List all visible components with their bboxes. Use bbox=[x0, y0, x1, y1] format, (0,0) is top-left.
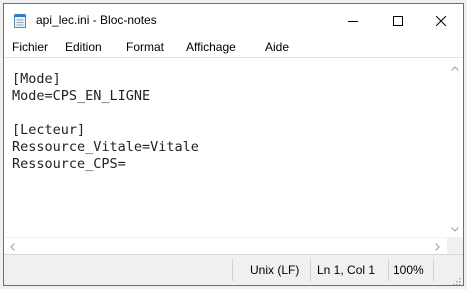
maximize-icon bbox=[392, 15, 403, 26]
text-line: Mode=CPS_EN_LIGNE bbox=[12, 88, 151, 104]
status-bar: Unix (LF) Ln 1, Col 1 100% bbox=[4, 254, 463, 285]
chevron-left-icon[interactable] bbox=[4, 239, 20, 255]
text-line bbox=[12, 105, 199, 122]
menu-format[interactable]: Format bbox=[126, 40, 164, 54]
status-divider bbox=[433, 259, 434, 281]
menu-bar: Fichier Edition Format Affichage Aide bbox=[4, 37, 463, 57]
cursor-position-status: Ln 1, Col 1 bbox=[317, 263, 376, 277]
text-line: [Mode] bbox=[12, 71, 61, 87]
status-divider bbox=[232, 259, 233, 281]
notepad-icon bbox=[13, 13, 27, 28]
menu-edition[interactable]: Edition bbox=[65, 40, 102, 54]
line-ending-status: Unix (LF) bbox=[250, 263, 300, 277]
resize-grip-icon[interactable] bbox=[451, 273, 461, 285]
text-line: Ressource_CPS= bbox=[12, 156, 126, 172]
window-title: api_lec.ini - Bloc-notes bbox=[36, 13, 157, 27]
chevron-up-icon[interactable] bbox=[447, 60, 463, 76]
horizontal-scrollbar[interactable] bbox=[4, 237, 447, 255]
status-divider bbox=[388, 259, 389, 281]
close-button[interactable] bbox=[418, 4, 463, 37]
status-divider bbox=[310, 259, 311, 281]
menu-fichier[interactable]: Fichier bbox=[12, 40, 48, 54]
maximize-button[interactable] bbox=[375, 4, 420, 37]
close-icon bbox=[435, 15, 446, 26]
notepad-window: api_lec.ini - Bloc-notes Fichier Edition… bbox=[3, 3, 464, 286]
minimize-button[interactable] bbox=[330, 4, 375, 37]
text-line: [Lecteur] bbox=[12, 122, 86, 138]
chevron-down-icon[interactable] bbox=[447, 221, 463, 237]
text-editor[interactable]: [Mode] Mode=CPS_EN_LIGNE [Lecteur] Ressourc… bbox=[4, 57, 463, 237]
text-line: Ressource_Vitale=Vitale bbox=[12, 139, 199, 155]
menu-affichage[interactable]: Affichage bbox=[186, 40, 236, 54]
zoom-status: 100% bbox=[393, 263, 424, 277]
minimize-icon bbox=[347, 16, 358, 26]
menu-aide[interactable]: Aide bbox=[265, 40, 289, 54]
text-content[interactable]: [Mode] Mode=CPS_EN_LIGNE [Lecteur] Ressourc… bbox=[12, 71, 199, 173]
vertical-scrollbar[interactable] bbox=[447, 58, 463, 237]
title-bar[interactable]: api_lec.ini - Bloc-notes bbox=[4, 4, 463, 37]
chevron-right-icon[interactable] bbox=[429, 239, 445, 255]
scrollbar-corner bbox=[447, 237, 463, 254]
